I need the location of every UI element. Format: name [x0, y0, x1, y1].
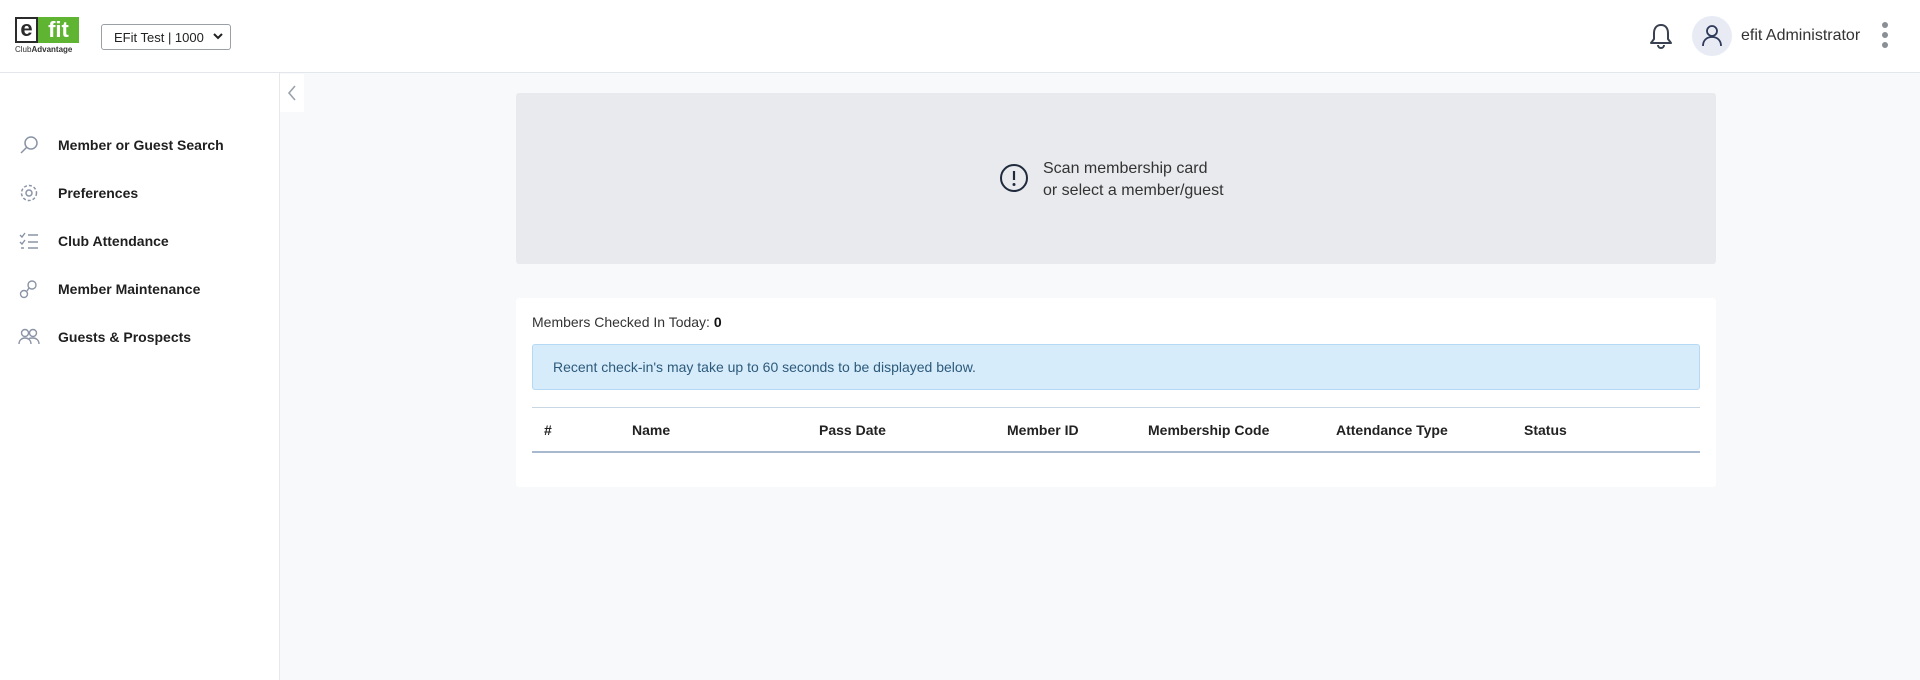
search-icon [18, 134, 40, 156]
sidebar-item-guests-prospects[interactable]: Guests & Prospects [18, 325, 191, 349]
sidebar-item-preferences[interactable]: Preferences [18, 181, 138, 205]
sidebar: Member or Guest Search Preferences Club … [0, 73, 280, 680]
checked-in-count: Members Checked In Today: 0 [532, 314, 722, 330]
logo-tagline-advantage: Advantage [31, 45, 73, 54]
checkins-card: Members Checked In Today: 0 Recent check… [516, 298, 1716, 487]
user-name[interactable]: efit Administrator [1741, 27, 1860, 45]
logo-mark: e fit [15, 17, 85, 43]
column-header-membership-code[interactable]: Membership Code [1148, 422, 1269, 438]
column-header-status[interactable]: Status [1524, 422, 1567, 438]
avatar[interactable] [1692, 16, 1732, 56]
column-header-pass-date[interactable]: Pass Date [819, 422, 886, 438]
collapse-sidebar-button[interactable] [280, 74, 304, 112]
more-menu-icon[interactable] [1879, 22, 1891, 52]
club-select-value: EFit Test | 1000 [114, 29, 204, 45]
sidebar-item-label: Club Attendance [58, 233, 169, 249]
scan-panel: Scan membership card or select a member/… [516, 93, 1716, 264]
efit-logo[interactable]: e fit ClubAdvantage [15, 17, 85, 55]
column-header-number[interactable]: # [544, 422, 552, 438]
sidebar-item-label: Preferences [58, 185, 139, 201]
checked-in-value: 0 [713, 314, 722, 330]
users-icon [18, 326, 40, 348]
checkin-delay-notice: Recent check-in's may take up to 60 seco… [532, 344, 1700, 390]
club-select[interactable]: EFit Test | 1000 [101, 24, 231, 50]
chevron-down-icon [212, 29, 224, 46]
bell-icon[interactable] [1648, 22, 1674, 50]
checked-in-label: Members Checked In Today: [532, 314, 710, 330]
sidebar-item-label: Member Maintenance [58, 281, 201, 297]
column-header-attendance-type[interactable]: Attendance Type [1336, 422, 1448, 438]
scan-line-2: or select a member/guest [1043, 182, 1224, 199]
top-bar: e fit ClubAdvantage EFit Test | 1000 efi… [0, 0, 1920, 73]
sidebar-item-club-attendance[interactable]: Club Attendance [18, 229, 169, 253]
scan-instructions: Scan membership card or select a member/… [1043, 158, 1224, 202]
sidebar-item-label: Member or Guest Search [58, 137, 224, 153]
logo-fit: fit [38, 17, 79, 43]
sidebar-item-member-search[interactable]: Member or Guest Search [18, 133, 224, 157]
sidebar-item-member-maintenance[interactable]: Member Maintenance [18, 277, 200, 301]
checkins-table-header: # Name Pass Date Member ID Membership Co… [532, 407, 1700, 453]
column-header-member-id[interactable]: Member ID [1007, 422, 1079, 438]
logo-tagline-club: Club [15, 45, 32, 54]
logo-e: e [15, 17, 38, 43]
checklist-icon [18, 230, 40, 252]
scan-line-1: Scan membership card [1043, 160, 1208, 177]
gear-icon [18, 182, 40, 204]
sidebar-item-label: Guests & Prospects [58, 329, 192, 345]
alert-circle-icon [999, 163, 1029, 193]
column-header-name[interactable]: Name [632, 422, 670, 438]
logo-tagline: ClubAdvantage [15, 45, 85, 54]
user-cog-icon [18, 278, 40, 300]
user-icon [1702, 25, 1722, 47]
chevron-left-icon [287, 85, 296, 101]
